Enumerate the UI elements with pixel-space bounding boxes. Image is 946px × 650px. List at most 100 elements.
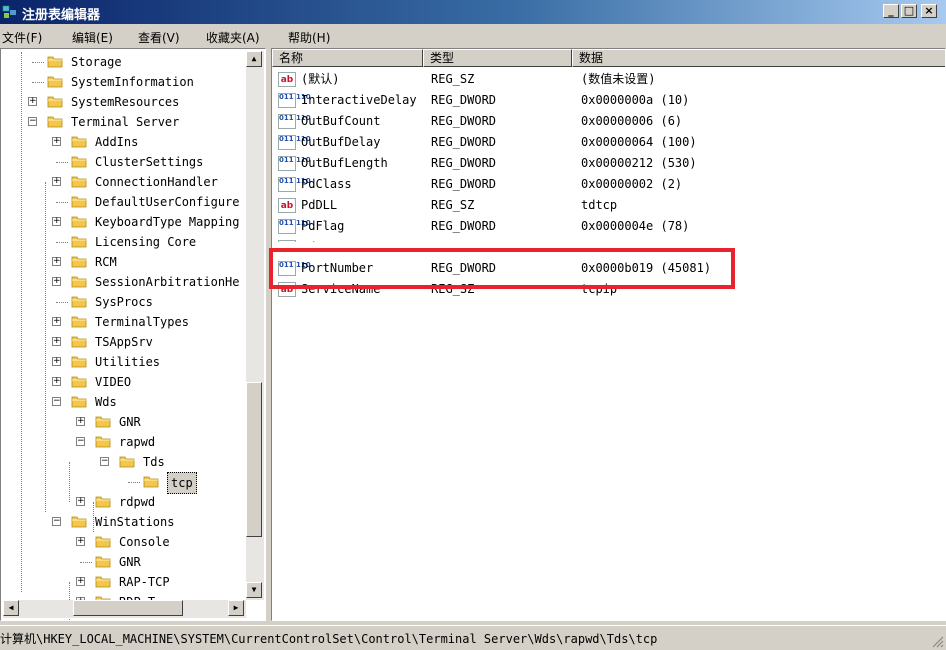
folder-icon <box>71 175 87 188</box>
tree-vertical-scrollbar[interactable]: ▲ ▼ <box>246 51 264 600</box>
maximize-button[interactable]: □ <box>901 4 917 18</box>
menu-help[interactable]: 帮助(H) <box>288 29 330 46</box>
tree-node-label[interactable]: Terminal Server <box>71 112 179 132</box>
value-row[interactable]: 011 110 OutBufCount REG_DWORD 0x00000006 (6… <box>272 111 945 132</box>
scroll-up-icon[interactable]: ▲ <box>246 51 262 67</box>
values-list[interactable]: 名称 类型 数据 ab (默认) REG_SZ (数值未设置) 011 110 Inter… <box>271 48 946 621</box>
tree-node-label[interactable]: Utilities <box>95 352 160 372</box>
expand-icon[interactable]: + <box>52 317 61 326</box>
tree-node-label[interactable]: Wds <box>95 392 117 412</box>
value-row[interactable]: 011 110 PdClass REG_DWORD 0x00000002 (2) <box>272 174 945 195</box>
column-name-header[interactable]: 名称 <box>272 49 423 67</box>
tree-node-label[interactable]: ConnectionHandler <box>95 172 218 192</box>
tree-node-label[interactable]: rapwd <box>119 432 155 452</box>
menu-view[interactable]: 查看(V) <box>138 29 180 46</box>
column-type-header[interactable]: 类型 <box>423 49 572 67</box>
value-data: 0x00000064 (100) <box>581 135 697 149</box>
tree-node-label[interactable]: VIDEO <box>95 372 131 392</box>
value-type: REG_DWORD <box>431 156 497 170</box>
tree-node-label[interactable]: tcp <box>167 472 197 494</box>
dword-value-icon: 011 110 <box>278 156 311 171</box>
folder-icon <box>95 415 111 428</box>
value-row[interactable]: 011 110 OutBufLength REG_DWORD 0x00000212 (… <box>272 153 945 174</box>
folder-icon <box>119 455 135 468</box>
menu-edit[interactable]: 编辑(E) <box>72 29 113 46</box>
folder-icon <box>95 495 111 508</box>
column-data-header[interactable]: 数据 <box>572 49 945 67</box>
folder-icon <box>71 215 87 228</box>
scroll-left-icon[interactable]: ◀ <box>3 600 19 616</box>
expand-icon[interactable]: + <box>76 497 85 506</box>
collapse-icon[interactable]: − <box>28 117 37 126</box>
expand-icon[interactable]: + <box>52 177 61 186</box>
minimize-button[interactable]: _ <box>883 4 899 18</box>
tree-node-label[interactable]: RCM <box>95 252 117 272</box>
value-name: InteractiveDelay <box>301 93 417 107</box>
collapse-icon[interactable]: − <box>52 397 61 406</box>
value-data: 0x0000000a (10) <box>581 93 690 107</box>
collapse-icon[interactable]: − <box>76 437 85 446</box>
folder-icon <box>47 55 63 68</box>
value-row[interactable]: ab PdDLL REG_SZ tdtcp <box>272 195 945 216</box>
tree-node-label[interactable]: SystemInformation <box>71 72 194 92</box>
tree-node-label[interactable]: GNR <box>119 412 141 432</box>
value-row[interactable]: 011 110 PdFlag REG_DWORD 0x0000004e (78) <box>272 216 945 237</box>
tree-horizontal-scrollbar[interactable]: ◀ ▶ <box>3 600 246 618</box>
folder-icon <box>143 475 159 488</box>
value-row[interactable]: 011 110 OutBufDelay REG_DWORD 0x00000064 (1… <box>272 132 945 153</box>
menu-favorites[interactable]: 收藏夹(A) <box>206 29 260 46</box>
collapse-icon[interactable]: − <box>100 457 109 466</box>
close-button[interactable]: × <box>921 4 937 18</box>
scroll-right-icon[interactable]: ▶ <box>228 600 244 616</box>
folder-icon <box>71 355 87 368</box>
value-data: 0x0000004e (78) <box>581 219 690 233</box>
tree-vscroll-thumb[interactable] <box>246 382 262 537</box>
tree-node-label[interactable]: SessionArbitrationHe <box>95 272 240 292</box>
folder-icon <box>71 515 87 528</box>
expand-icon[interactable]: + <box>76 417 85 426</box>
resize-grip-icon[interactable] <box>932 636 944 648</box>
menu-file[interactable]: 文件(F) <box>2 29 42 46</box>
collapse-icon[interactable]: − <box>52 517 61 526</box>
value-data: 0x00000006 (6) <box>581 114 683 128</box>
tree-node-label[interactable]: rdpwd <box>119 492 155 512</box>
tree-node-label[interactable]: Storage <box>71 52 122 72</box>
tree-node-label[interactable]: Licensing Core <box>95 232 196 252</box>
expand-icon[interactable]: + <box>76 537 85 546</box>
scroll-down-icon[interactable]: ▼ <box>246 582 262 598</box>
tree-hscroll-thumb[interactable] <box>73 600 183 616</box>
registry-tree[interactable]: Storage SystemInformation + SystemResources… <box>0 48 266 621</box>
expand-icon[interactable]: + <box>52 137 61 146</box>
tree-node-label[interactable]: KeyboardType Mapping <box>95 212 240 232</box>
expand-icon[interactable]: + <box>52 217 61 226</box>
tree-node-label[interactable]: TerminalTypes <box>95 312 189 332</box>
expand-icon[interactable]: + <box>52 377 61 386</box>
tree-node-label[interactable]: Tds <box>143 452 165 472</box>
expand-icon[interactable]: + <box>52 277 61 286</box>
tree-node-label[interactable]: DefaultUserConfigure <box>95 192 240 212</box>
value-data: (数值未设置) <box>581 72 656 86</box>
tree-node-label[interactable]: SysProcs <box>95 292 153 312</box>
value-type: REG_DWORD <box>431 93 497 107</box>
tree-node-label[interactable]: RAP-TCP <box>119 572 170 592</box>
expand-icon[interactable]: + <box>52 357 61 366</box>
expand-icon[interactable]: + <box>52 337 61 346</box>
tree-node-label[interactable]: ClusterSettings <box>95 152 203 172</box>
tree-node-label[interactable]: AddIns <box>95 132 138 152</box>
folder-icon <box>71 395 87 408</box>
folder-icon <box>71 255 87 268</box>
value-row[interactable]: 011 110 InteractiveDelay REG_DWORD 0x000000… <box>272 90 945 111</box>
folder-icon <box>95 575 111 588</box>
tree-node-label[interactable]: SystemResources <box>71 92 179 112</box>
tree-node-label[interactable]: GNR <box>119 552 141 572</box>
tree-node-label[interactable]: Console <box>119 532 170 552</box>
tree-node-label[interactable]: WinStations <box>95 512 174 532</box>
value-row[interactable]: ab (默认) REG_SZ (数值未设置) <box>272 69 945 90</box>
expand-icon[interactable]: + <box>52 257 61 266</box>
value-name: OutBufLength <box>301 156 388 170</box>
expand-icon[interactable]: + <box>28 97 37 106</box>
expand-icon[interactable]: + <box>76 577 85 586</box>
tree-node-label[interactable]: TSAppSrv <box>95 332 153 352</box>
value-type: REG_DWORD <box>431 114 497 128</box>
value-type: REG_SZ <box>431 72 475 86</box>
